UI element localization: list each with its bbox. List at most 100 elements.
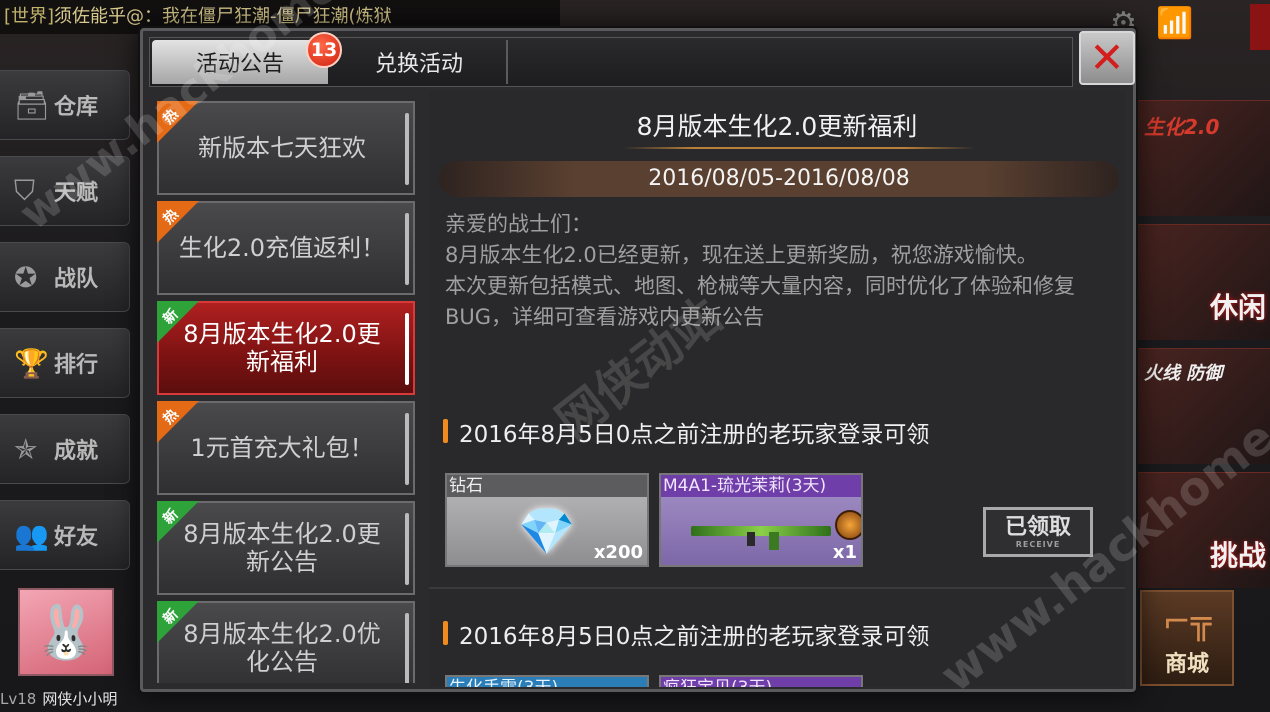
- wifi-icon: 📶: [1156, 6, 1194, 41]
- list-item[interactable]: 热 1元首充大礼包！: [157, 401, 415, 495]
- reward-item[interactable]: M4A1-琉光茉莉(3天) x1: [659, 473, 863, 567]
- nav-warehouse-button[interactable]: 🗃 仓库: [0, 70, 130, 140]
- item-scroll-indicator: [405, 213, 409, 285]
- nav-talent-button[interactable]: ⛉ 天赋: [0, 156, 130, 226]
- mode-card-subtitle: 火线 防御: [1144, 363, 1223, 384]
- clan-icon: ✪: [14, 260, 38, 294]
- rifle-icon: [691, 510, 861, 550]
- nav-label: 排行: [54, 353, 99, 378]
- medal-icon: [835, 510, 861, 540]
- list-item[interactable]: 新 8月版本生化2.0优化公告: [157, 601, 415, 683]
- new-tag-icon: 新: [157, 601, 199, 643]
- mode-card-casual[interactable]: 休闲: [1136, 224, 1270, 340]
- event-date-range: 2016/08/05-2016/08/08: [439, 161, 1119, 197]
- list-item-selected[interactable]: 新 8月版本生化2.0更新福利: [157, 301, 415, 395]
- hot-tag-icon: 热: [157, 201, 199, 243]
- item-scroll-indicator: [405, 313, 409, 385]
- new-tag-icon: 新: [157, 501, 199, 543]
- gun-icon: ⌐╦: [1162, 602, 1212, 642]
- event-title: 8月版本生化2.0更新福利: [183, 320, 381, 376]
- nav-label: 好友: [54, 525, 99, 550]
- achievement-icon: ✯: [14, 432, 38, 466]
- tab-exchange-events[interactable]: 兑换活动: [332, 40, 508, 84]
- mode-card-subtitle: 生化2.0: [1144, 115, 1220, 139]
- hot-tag-icon: 热: [157, 101, 199, 143]
- reward-image: [661, 497, 861, 565]
- item-scroll-indicator: [405, 113, 409, 185]
- dialog-tab-bar: 活动公告 13 兑换活动: [149, 32, 1073, 87]
- item-scroll-indicator: [405, 613, 409, 683]
- detail-title: 8月版本生化2.0更新福利: [636, 112, 918, 141]
- nav-ranking-button[interactable]: 🏆 排行: [0, 328, 130, 398]
- event-title: 1元首充大礼包！: [190, 434, 374, 462]
- event-title: 生化2.0充值返利！: [178, 234, 386, 262]
- item-scroll-indicator: [405, 513, 409, 585]
- event-announcement-dialog: 活动公告 13 兑换活动 ✕ 热 新版本七天狂欢 热 生化2.0充值返利！ 新 …: [140, 28, 1136, 692]
- claimed-sublabel: RECEIVE: [1015, 539, 1061, 549]
- close-icon: ✕: [1089, 33, 1125, 82]
- hot-tag-icon: 热: [157, 401, 199, 443]
- greeting-text: 亲爱的战士们：: [445, 212, 592, 236]
- item-scroll-indicator: [405, 413, 409, 485]
- section-divider: [429, 587, 1125, 589]
- shop-button[interactable]: ⌐╦ 商城: [1140, 590, 1234, 686]
- warehouse-icon: 🗃: [14, 88, 50, 122]
- detail-body: 亲爱的战士们： 8月版本生化2.0已经更新，现在送上更新奖励，祝您游戏愉快。 本…: [445, 209, 1117, 333]
- list-item[interactable]: 热 新版本七天狂欢: [157, 101, 415, 195]
- reward-name: 生化手雷(3天): [447, 677, 647, 687]
- claimed-label: 已领取: [1004, 514, 1071, 540]
- shop-label: 商城: [1164, 652, 1209, 677]
- paragraph-text: 本次更新包括模式、地图、枪械等大量内容，同时优化了体验和修复BUG，详细可查看游…: [445, 274, 1075, 329]
- event-title: 8月版本生化2.0优化公告: [183, 620, 381, 676]
- paragraph-text: 8月版本生化2.0已经更新，现在送上更新奖励，祝您游戏愉快。: [445, 243, 1038, 267]
- reward-item[interactable]: 疯狂宝贝(3天): [659, 675, 863, 687]
- player-level: Lv18: [0, 690, 37, 708]
- nav-friends-button[interactable]: 👥 好友: [0, 500, 130, 570]
- nav-achievement-button[interactable]: ✯ 成就: [0, 414, 130, 484]
- nav-label: 仓库: [54, 95, 99, 120]
- reward-name: 钻石: [447, 475, 647, 497]
- reward-section-heading: 2016年8月5日0点之前注册的老玩家登录可领: [443, 415, 929, 449]
- event-list[interactable]: 热 新版本七天狂欢 热 生化2.0充值返利！ 新 8月版本生化2.0更新福利 热…: [157, 101, 415, 683]
- reward-item[interactable]: 生化手雷(3天): [445, 675, 649, 687]
- avatar[interactable]: 🐰: [18, 588, 114, 676]
- nav-label: 战队: [54, 267, 99, 292]
- event-title: 8月版本生化2.0更新公告: [183, 520, 381, 576]
- close-button[interactable]: ✕: [1079, 31, 1135, 85]
- event-title: 新版本七天狂欢: [198, 134, 366, 162]
- reward-name: 疯狂宝贝(3天): [661, 677, 861, 687]
- reward-quantity: x1: [832, 542, 857, 563]
- tab-event-announcements[interactable]: 活动公告: [152, 40, 328, 84]
- reward-quantity: x200: [593, 542, 643, 563]
- player-info: Lv18 网侠小小明: [0, 688, 117, 709]
- bunny-avatar-icon: 🐰: [33, 602, 99, 663]
- trophy-icon: 🏆: [14, 346, 49, 380]
- tab-label: 兑换活动: [374, 52, 463, 77]
- tab-label: 活动公告: [195, 52, 284, 77]
- list-item[interactable]: 新 8月版本生化2.0更新公告: [157, 501, 415, 595]
- mode-card-label: 挑战: [1209, 539, 1266, 572]
- menu-tab[interactable]: [1250, 4, 1270, 50]
- diamond-icon: 💎: [518, 503, 576, 558]
- nav-label: 天赋: [54, 181, 99, 206]
- reward-section-heading: 2016年8月5日0点之前注册的老玩家登录可领: [443, 617, 929, 651]
- event-detail-panel[interactable]: 8月版本生化2.0更新福利 2016/08/05-2016/08/08 亲爱的战…: [429, 91, 1125, 687]
- left-nav: 🗃 仓库 ⛉ 天赋 ✪ 战队 🏆 排行 ✯ 成就 👥 好友: [0, 70, 130, 586]
- chat-channel: [世界]: [4, 6, 55, 27]
- mode-card-label: 休闲: [1209, 291, 1266, 324]
- chat-message: 须佐能乎@：我在僵尸狂潮-僵尸狂潮(炼狱: [54, 6, 392, 27]
- friends-icon: 👥: [14, 518, 49, 552]
- claimed-status-stamp: 已领取 RECEIVE: [983, 507, 1093, 557]
- reward-name: M4A1-琉光茉莉(3天): [661, 475, 861, 497]
- nav-label: 成就: [54, 439, 99, 464]
- reward-item[interactable]: 钻石 💎 x200: [445, 473, 649, 567]
- talent-icon: ⛉: [14, 174, 36, 207]
- mode-card-defense[interactable]: 火线 防御: [1136, 348, 1270, 464]
- title-underline: [623, 147, 975, 149]
- list-item[interactable]: 热 生化2.0充值返利！: [157, 201, 415, 295]
- mode-panel: 生化2.0 休闲 火线 防御 挑战: [1136, 100, 1270, 596]
- mode-card-zombie[interactable]: 生化2.0: [1136, 100, 1270, 216]
- nav-clan-button[interactable]: ✪ 战队: [0, 242, 130, 312]
- mode-card-challenge[interactable]: 挑战: [1136, 472, 1270, 588]
- player-name: 网侠小小明: [42, 690, 118, 708]
